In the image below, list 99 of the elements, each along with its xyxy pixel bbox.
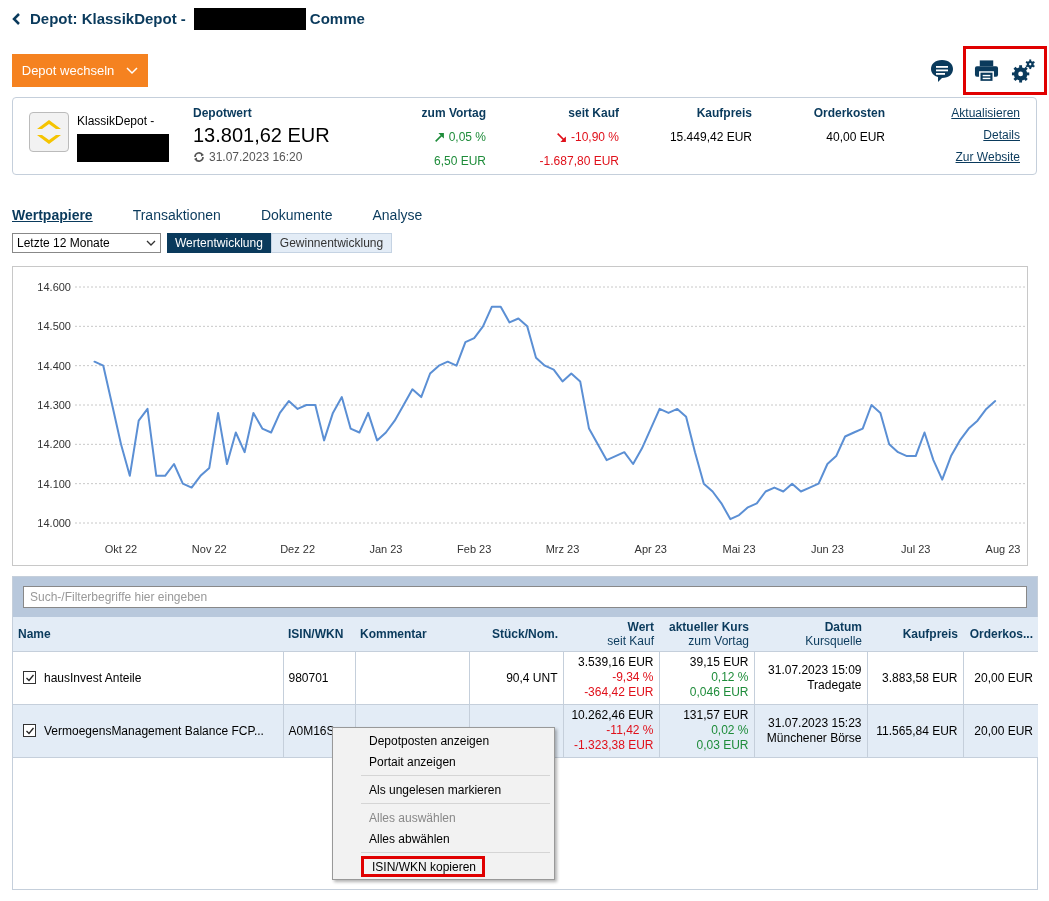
column-header[interactable]: Datum: [824, 619, 862, 634]
date-cell: 31.07.2023 15:09: [768, 662, 862, 678]
axis-label: Nov 22: [191, 543, 227, 555]
axis-label: Mrz 23: [545, 543, 580, 555]
view-toggle[interactable]: Gewinnentwicklung: [270, 233, 393, 253]
column-header[interactable]: Name: [18, 626, 51, 641]
arrow-down-icon: [555, 131, 567, 143]
axis-label: Jul 23: [901, 543, 931, 555]
chevron-down-icon: [146, 240, 156, 246]
security-name: VermoegensManagement Balance FCP...: [44, 722, 264, 740]
change-percent: 0,12 %: [711, 670, 749, 685]
order-costs-cell: 20,00 EUR: [974, 670, 1033, 685]
cell-value: 10.262,46 EUR: [571, 708, 654, 723]
axis-label: Jan 23: [369, 543, 403, 555]
stat-value: 15.449,42 EUR: [669, 129, 752, 146]
stat-value: 40,00 EUR: [826, 129, 885, 146]
settings-icon[interactable]: [1011, 57, 1036, 84]
back-chevron-icon[interactable]: [12, 12, 22, 26]
summary-link[interactable]: Details: [983, 126, 1020, 144]
column-header[interactable]: Kommentar: [360, 626, 427, 641]
depot-value: 13.801,62 EUR: [193, 123, 331, 148]
column-header[interactable]: Wert: [627, 619, 654, 634]
change-percent: -11,42 %: [606, 723, 654, 738]
menu-item[interactable]: Portait anzeigen: [361, 751, 550, 772]
change-percent: 0,05 %: [448, 129, 486, 146]
depot-name: KlassikDepot -: [77, 113, 156, 130]
menu-item[interactable]: Als ungelesen markieren: [361, 779, 550, 800]
cell-value: 3.539,16 EUR: [578, 655, 654, 670]
change-percent: -9,34 %: [612, 670, 654, 685]
tab[interactable]: Wertpapiere: [12, 205, 93, 223]
column-header[interactable]: Kaufpreis: [902, 626, 958, 641]
stat-label: zum Vortag: [421, 105, 486, 122]
menu-item[interactable]: ISIN/WKN kopieren: [361, 856, 486, 877]
menu-item[interactable]: Alles abwählen: [361, 828, 550, 849]
timestamp: 31.07.2023 16:20: [209, 149, 303, 166]
view-toggle[interactable]: Wertentwicklung: [167, 233, 271, 253]
stat-label: Depotwert: [193, 105, 253, 122]
row-checkbox[interactable]: [23, 724, 36, 737]
axis-label: 14.000: [37, 517, 71, 529]
column-header[interactable]: Orderkos...: [969, 626, 1033, 641]
printer-icon[interactable]: [974, 58, 999, 83]
summary-link[interactable]: Zur Website: [955, 148, 1020, 166]
change-amount: 6,50 EUR: [433, 153, 486, 170]
axis-label: 14.500: [37, 320, 71, 333]
filter-field[interactable]: Such-/Filterbegriffe hier eingeben: [23, 586, 1027, 608]
axis-label: Okt 22: [104, 543, 138, 555]
column-header[interactable]: ISIN/WKN: [288, 626, 344, 641]
column-subheader: zum Vortag: [688, 633, 749, 648]
change-amount: -1.687,80 EUR: [539, 153, 619, 170]
column-header[interactable]: aktueller Kurs: [668, 619, 749, 634]
menu-item[interactable]: Depotposten anzeigen: [361, 730, 550, 751]
axis-label: 14.400: [37, 359, 71, 372]
price-source: Tradegate: [807, 677, 862, 693]
cell-value: 39,15 EUR: [689, 655, 749, 670]
axis-label: Dez 22: [280, 543, 316, 555]
tab[interactable]: Dokumente: [260, 205, 333, 223]
tab[interactable]: Transaktionen: [132, 205, 221, 223]
axis-label: 14.200: [37, 438, 71, 451]
refresh-icon[interactable]: [193, 151, 205, 163]
table-row[interactable]: hausInvest Anteile 980701 90,4 UNT 3.539,16 EUR -9,34 % -364,42 EUR 39,15 EUR 0,12 % 0,046 EUR 31.07.2023 15:09 Tradegate 3.883,58 EUR 20,00 EUR: [13, 651, 1038, 704]
stat-label: Orderkosten: [813, 105, 885, 122]
stat-label: Kaufpreis: [696, 105, 752, 122]
column-header[interactable]: Stück/Nom.: [492, 626, 558, 641]
change-amount: -364,42 EUR: [584, 685, 654, 700]
chevron-down-icon: [126, 66, 139, 75]
tab[interactable]: Analyse: [372, 205, 423, 223]
change-percent: 0,02 %: [711, 723, 749, 738]
axis-label: Jun 23: [810, 543, 844, 555]
column-subheader: Kursquelle: [805, 633, 862, 648]
row-checkbox[interactable]: [23, 671, 36, 684]
purchase-price-cell: 3.883,58 EUR: [882, 670, 958, 685]
page-title: Depot: KlassikDepot -: [30, 8, 186, 29]
change-amount: -1.323,38 EUR: [574, 738, 654, 753]
chat-bubble-icon[interactable]: [929, 57, 955, 84]
units-cell: 90,4 UNT: [506, 670, 558, 685]
summary-link[interactable]: Aktualisieren: [951, 104, 1020, 122]
change-amount: 0,03 EUR: [696, 738, 749, 753]
isin-cell: 980701: [288, 670, 329, 685]
change-amount: 0,046 EUR: [689, 685, 749, 700]
stat-label: seit Kauf: [568, 105, 619, 122]
column-subheader: seit Kauf: [607, 633, 654, 648]
security-name: hausInvest Anteile: [44, 669, 142, 687]
axis-label: 14.100: [37, 477, 71, 490]
bank-logo: [29, 112, 69, 152]
axis-label: Feb 23: [457, 543, 492, 555]
axis-label: 14.600: [37, 281, 71, 293]
purchase-price-cell: 11.565,84 EUR: [876, 723, 958, 738]
cell-value: 131,57 EUR: [683, 708, 749, 723]
axis-label: 14.300: [37, 399, 71, 411]
arrow-up-icon: [433, 131, 445, 143]
period-select[interactable]: Letzte 12 Monate: [12, 233, 161, 253]
axis-label: Apr 23: [634, 543, 667, 555]
order-costs-cell: 20,00 EUR: [974, 723, 1033, 738]
change-percent: -10,90 %: [570, 129, 619, 146]
axis-label: Mai 23: [722, 543, 756, 555]
page-title: Comme: [309, 8, 365, 29]
price-source: Münchener Börse: [766, 730, 862, 746]
axis-label: Aug 23: [985, 543, 1021, 555]
date-cell: 31.07.2023 15:23: [768, 715, 862, 731]
